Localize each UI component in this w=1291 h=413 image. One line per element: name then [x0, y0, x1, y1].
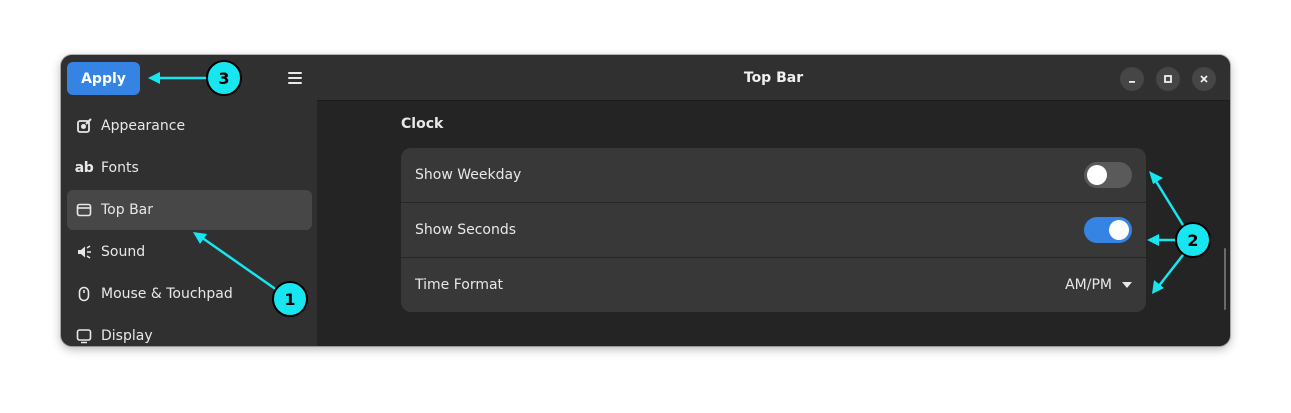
sidebar-item-label: Mouse & Touchpad	[101, 286, 233, 302]
close-icon	[1199, 74, 1209, 84]
mouse-icon	[75, 285, 93, 303]
annotation-callout-3: 3	[206, 60, 242, 96]
clock-settings-list: Show Weekday Show Seconds Time Format AM…	[401, 148, 1146, 312]
hamburger-menu-icon[interactable]	[280, 63, 310, 93]
show-seconds-row[interactable]: Show Seconds	[401, 203, 1146, 257]
display-icon	[75, 327, 93, 345]
sidebar-item-label: Fonts	[101, 160, 139, 176]
sidebar-header: Apply	[61, 55, 317, 101]
sidebar-item-sound[interactable]: Sound	[67, 232, 312, 272]
row-label: Time Format	[415, 277, 504, 293]
row-label: Show Seconds	[415, 222, 517, 238]
switch-knob	[1109, 220, 1129, 240]
show-weekday-switch[interactable]	[1084, 162, 1132, 188]
main-content: Top Bar Clock Show Weekday Show Seconds …	[317, 55, 1230, 346]
scrollbar[interactable]	[1224, 248, 1226, 310]
row-label: Show Weekday	[415, 167, 522, 183]
sound-icon	[75, 243, 93, 261]
sidebar-item-label: Display	[101, 328, 153, 344]
show-seconds-switch[interactable]	[1084, 217, 1132, 243]
sidebar-item-label: Appearance	[101, 118, 186, 134]
time-format-value: AM/PM	[1065, 277, 1112, 293]
sidebar-item-label: Top Bar	[101, 202, 154, 218]
sidebar-item-fonts[interactable]: ab Fonts	[67, 148, 312, 188]
sidebar-item-top-bar[interactable]: Top Bar	[67, 190, 312, 230]
time-format-dropdown[interactable]: AM/PM	[1065, 277, 1132, 293]
sidebar-item-display[interactable]: Display	[67, 316, 312, 346]
apply-button[interactable]: Apply	[67, 62, 140, 95]
appearance-icon	[75, 117, 93, 135]
app-window: Apply Appearance ab Fonts Top Bar Sound …	[61, 55, 1230, 346]
time-format-row[interactable]: Time Format AM/PM	[401, 258, 1146, 312]
top-bar-icon	[75, 201, 93, 219]
maximize-icon	[1163, 74, 1173, 84]
fonts-icon: ab	[74, 160, 94, 176]
annotation-callout-1: 1	[272, 281, 308, 317]
annotation-callout-2: 2	[1175, 222, 1211, 258]
chevron-down-icon	[1122, 282, 1132, 288]
section-title-clock: Clock	[401, 116, 444, 132]
show-weekday-row[interactable]: Show Weekday	[401, 148, 1146, 202]
sidebar-item-appearance[interactable]: Appearance	[67, 106, 312, 146]
page-title: Top Bar	[743, 70, 804, 86]
header-bar: Top Bar	[317, 55, 1230, 101]
close-button[interactable]	[1192, 67, 1216, 91]
maximize-button[interactable]	[1156, 67, 1180, 91]
minimize-icon	[1127, 74, 1137, 84]
switch-knob	[1087, 165, 1107, 185]
minimize-button[interactable]	[1120, 67, 1144, 91]
sidebar-item-label: Sound	[101, 244, 146, 260]
